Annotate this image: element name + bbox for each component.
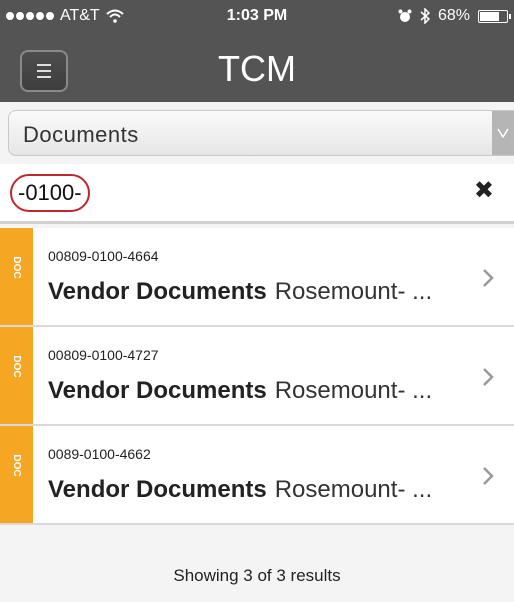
alarm-icon xyxy=(398,9,412,22)
document-name: Rosemount- ... xyxy=(274,278,433,305)
document-type: Vendor Documents xyxy=(48,278,267,305)
doc-type-label: DOC xyxy=(11,256,22,279)
list-item[interactable]: DOC 00809-0100-4664 Vendor Documents Rosemo… xyxy=(0,228,514,327)
chevron-right-icon xyxy=(483,269,494,287)
battery-icon xyxy=(478,9,511,23)
doc-type-tag: DOC xyxy=(0,228,33,325)
battery-fill xyxy=(480,11,500,21)
status-bar: AT&T 1:03 PM 68% xyxy=(0,0,514,32)
document-number: 0089-0100-4662 xyxy=(48,446,151,462)
search-input[interactable]: -0100- xyxy=(10,174,90,212)
battery-percent: 68% xyxy=(437,7,470,24)
bluetooth-icon xyxy=(420,8,430,24)
doc-type-label: DOC xyxy=(11,454,22,477)
doc-type-tag: DOC xyxy=(0,426,33,523)
category-select-value: Documents xyxy=(23,122,139,147)
document-title: Vendor Documents Rosemount- ... xyxy=(48,278,432,306)
list-item[interactable]: DOC 0089-0100-4662 Vendor Documents Rosemou… xyxy=(0,426,514,525)
app-title: TCM xyxy=(218,48,296,89)
search-bar: -0100- ✖ xyxy=(0,164,514,224)
doc-type-tag: DOC xyxy=(0,327,33,424)
app-header: AT&T 1:03 PM 68% TCM xyxy=(0,0,514,102)
document-type: Vendor Documents xyxy=(48,377,267,404)
document-number: 00809-0100-4664 xyxy=(48,248,159,264)
clear-search-icon[interactable]: ✖ xyxy=(474,176,494,205)
results-list: DOC 00809-0100-4664 Vendor Documents Rosemo… xyxy=(0,228,514,525)
chevron-right-icon xyxy=(483,467,494,485)
category-select[interactable]: Documents xyxy=(8,110,514,156)
document-name: Rosemount- ... xyxy=(274,377,433,404)
doc-type-label: DOC xyxy=(11,355,22,378)
document-title: Vendor Documents Rosemount- ... xyxy=(48,476,432,504)
document-name: Rosemount- ... xyxy=(274,476,433,503)
document-number: 00809-0100-4727 xyxy=(48,347,159,363)
status-right: 68% xyxy=(398,7,511,25)
chevron-down-icon[interactable] xyxy=(492,111,514,155)
document-type: Vendor Documents xyxy=(48,476,267,503)
chevron-right-icon xyxy=(483,368,494,386)
results-summary: Showing 3 of 3 results xyxy=(173,566,341,585)
document-title: Vendor Documents Rosemount- ... xyxy=(48,377,432,405)
list-item[interactable]: DOC 00809-0100-4727 Vendor Documents Rosemo… xyxy=(0,327,514,426)
